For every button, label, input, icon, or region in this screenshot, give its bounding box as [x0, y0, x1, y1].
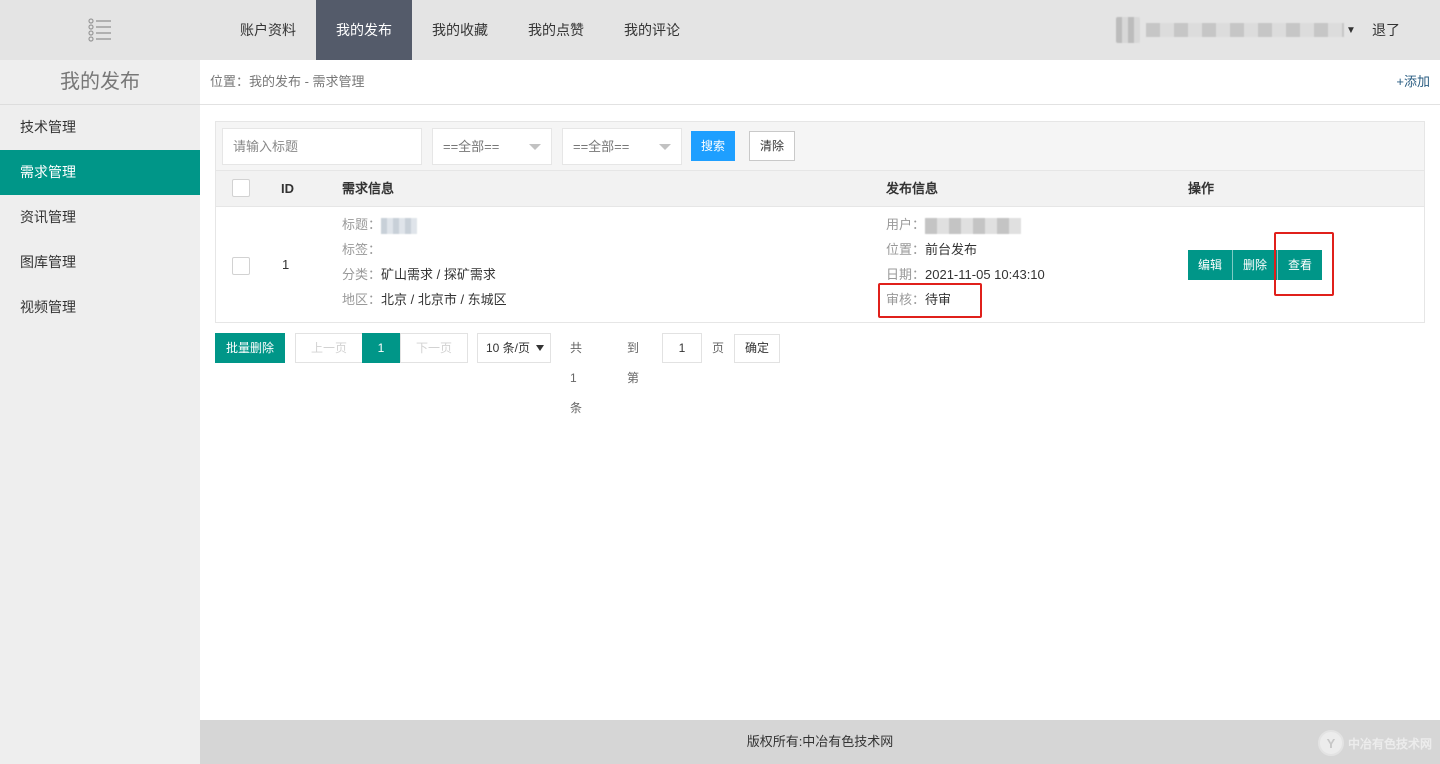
review-status: 待审 [925, 292, 952, 307]
sidebar-title: 我的发布 [0, 60, 200, 105]
username-redacted [1146, 23, 1344, 37]
watermark-text: 中冶有色技术网 [1347, 736, 1432, 751]
row-checkbox[interactable] [232, 257, 250, 275]
table-row: 1 标题： 标签： 分类：矿山需求 / 探矿需求 地区：北京 / 北京市 / 东… [216, 207, 1424, 322]
page-unit-label: 页 [712, 341, 725, 355]
select-all-checkbox[interactable] [232, 179, 250, 197]
category-value: 矿山需求 / 探矿需求 [381, 267, 496, 282]
confirm-button[interactable]: 确定 [734, 334, 780, 363]
watermark: Y 中冶有色技术网 [1317, 730, 1432, 756]
user-label: 用户： [886, 217, 926, 232]
filter-select-1-value: ==全部== [443, 139, 500, 154]
title-search-input[interactable] [222, 128, 422, 165]
dropdown-arrow-icon [536, 345, 544, 351]
prev-page-button[interactable]: 上一页 [295, 333, 363, 363]
nav-my-favorites[interactable]: 我的收藏 [412, 0, 508, 60]
col-actions: 操作 [1188, 181, 1215, 196]
publish-review-line: 审核：待审 [886, 287, 951, 312]
caret-down-icon: ▼ [1346, 24, 1356, 36]
breadcrumb-bar: 位置：我的发布 - 需求管理 +添加 [200, 60, 1440, 105]
nav-my-publish[interactable]: 我的发布 [316, 0, 412, 60]
nav-my-comments[interactable]: 我的评论 [604, 0, 700, 60]
title-redacted [381, 217, 418, 234]
batch-delete-button[interactable]: 批量删除 [215, 333, 285, 363]
clear-button[interactable]: 清除 [749, 131, 795, 161]
review-label: 审核： [886, 292, 926, 307]
logout-link[interactable]: 退了 [1372, 0, 1400, 60]
filter-select-1[interactable]: ==全部== [432, 128, 552, 165]
demand-title-line: 标题： [342, 212, 418, 237]
title-label: 标题： [342, 217, 382, 232]
sidebar-item-tech[interactable]: 技术管理 [0, 105, 200, 150]
user-redacted [925, 217, 1022, 234]
publish-location-line: 位置：前台发布 [886, 237, 977, 262]
avatar [1116, 17, 1140, 43]
logo-area [0, 0, 200, 60]
nav-account[interactable]: 账户资料 [220, 0, 316, 60]
filter-select-2[interactable]: ==全部== [562, 128, 682, 165]
region-label: 地区： [342, 292, 382, 307]
total-count: 共 1 条 [570, 341, 583, 415]
location-label: 位置： [886, 242, 926, 257]
col-publish-info: 发布信息 [886, 181, 939, 196]
nav-my-likes[interactable]: 我的点赞 [508, 0, 604, 60]
menu-icon[interactable] [87, 17, 113, 43]
publish-user-line: 用户： [886, 212, 1022, 237]
user-menu[interactable]: ▼ [1116, 16, 1356, 44]
goto-label: 到第 [627, 341, 640, 385]
copyright-text: 版权所有:中冶有色技术网 [746, 734, 894, 749]
sidebar: 我的发布 技术管理 需求管理 资讯管理 图库管理 视频管理 [0, 60, 200, 764]
sidebar-item-demand[interactable]: 需求管理 [0, 150, 200, 195]
row-actions: 编辑 删除 查看 [1188, 250, 1323, 280]
sidebar-item-gallery[interactable]: 图库管理 [0, 240, 200, 285]
delete-button[interactable]: 删除 [1233, 250, 1279, 280]
location-value: 前台发布 [925, 242, 978, 257]
filter-select-2-value: ==全部== [573, 139, 630, 154]
page-size-value: 10 条/页 [486, 341, 531, 355]
top-bar: 账户资料 我的发布 我的收藏 我的点赞 我的评论 ▼ 退了 [0, 0, 1440, 60]
page-size-select[interactable]: 10 条/页 [477, 333, 551, 363]
view-button[interactable]: 查看 [1278, 250, 1323, 280]
breadcrumb: 位置：我的发布 - 需求管理 [210, 74, 365, 89]
demand-region-line: 地区：北京 / 北京市 / 东城区 [342, 287, 507, 312]
footer: 版权所有:中冶有色技术网 Y 中冶有色技术网 [200, 720, 1440, 764]
date-label: 日期： [886, 267, 926, 282]
search-button[interactable]: 搜索 [691, 131, 735, 161]
region-value: 北京 / 北京市 / 东城区 [381, 292, 507, 307]
dropdown-arrow-icon [659, 144, 671, 150]
demand-tags-line: 标签： [342, 237, 381, 262]
col-id: ID [281, 181, 294, 196]
add-link[interactable]: +添加 [1396, 60, 1430, 104]
col-demand-info: 需求信息 [342, 181, 395, 196]
page-1-button[interactable]: 1 [362, 333, 400, 363]
date-value: 2021-11-05 10:43:10 [925, 267, 1045, 282]
publish-date-line: 日期：2021-11-05 10:43:10 [886, 262, 1045, 287]
edit-button[interactable]: 编辑 [1188, 250, 1234, 280]
tags-label: 标签： [342, 242, 382, 257]
sidebar-item-video[interactable]: 视频管理 [0, 285, 200, 330]
goto-page-input[interactable]: 1 [662, 333, 702, 363]
row-id: 1 [282, 257, 290, 272]
top-nav: 账户资料 我的发布 我的收藏 我的点赞 我的评论 [220, 0, 700, 60]
watermark-logo-icon: Y [1317, 730, 1344, 756]
demand-category-line: 分类：矿山需求 / 探矿需求 [342, 262, 496, 287]
demand-table-panel: ==全部== ==全部== 搜索 清除 ID 需求信息 发布信息 操作 1 标题… [215, 121, 1425, 323]
dropdown-arrow-icon [529, 144, 541, 150]
table-header: ID 需求信息 发布信息 操作 [216, 170, 1424, 207]
sidebar-item-news[interactable]: 资讯管理 [0, 195, 200, 240]
category-label: 分类： [342, 267, 382, 282]
next-page-button[interactable]: 下一页 [400, 333, 468, 363]
